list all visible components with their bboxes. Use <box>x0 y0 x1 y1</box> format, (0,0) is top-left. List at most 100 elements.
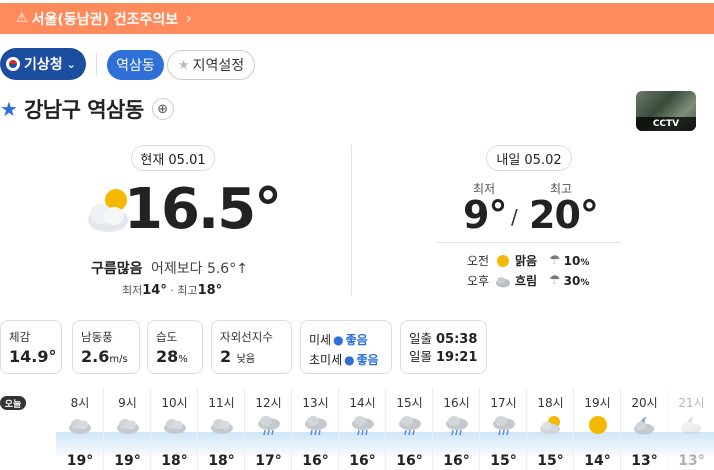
location-settings-button[interactable]: ★ 지역설정 <box>167 50 255 80</box>
humidity-unit: % <box>178 354 188 365</box>
hourly-temp: 15° <box>490 453 517 469</box>
current-min-max: 최저14° · 최고18° <box>122 282 222 298</box>
hourly-item: 11시 18° <box>197 388 245 470</box>
hourly-temp: 16° <box>396 453 423 469</box>
pm25-label: 초미세 <box>309 353 343 367</box>
sunrise-label: 일출 <box>409 331 433 346</box>
umbrella-icon: ☂ <box>549 273 561 288</box>
sunrise-time: 05:38 <box>436 332 478 347</box>
sunset-time: 19:21 <box>436 350 478 365</box>
rain-icon <box>305 416 327 436</box>
hourly-item: 19시 14° <box>573 388 621 470</box>
am-pop: 10% <box>563 253 590 268</box>
feels-like-card[interactable]: 체감 14.9° <box>0 320 62 374</box>
gps-target-icon[interactable]: ⊕ <box>151 98 174 120</box>
wind-card[interactable]: 남동풍 2.6m/s <box>72 320 140 374</box>
hourly-item: 8시 19° <box>56 388 104 470</box>
cctv-thumbnail[interactable]: CCTV <box>636 91 696 131</box>
sunset-label: 일몰 <box>409 349 433 364</box>
hourly-time: 19시 <box>584 396 611 410</box>
wind-value: 2.6 <box>81 347 110 366</box>
rain-icon <box>258 416 280 436</box>
hourly-temp: 16° <box>349 453 376 469</box>
hourly-item: 21시 13° <box>667 388 714 470</box>
hourly-item: 9시 19° <box>103 388 151 470</box>
warning-icon: ⚠ <box>16 11 28 26</box>
max-label: 최고 <box>177 284 198 297</box>
hourly-time: 8시 <box>70 396 90 410</box>
pm-condition: 흐림 <box>515 274 538 288</box>
hourly-temp: 19° <box>66 453 94 469</box>
humidity-label: 습도 <box>156 330 178 344</box>
pm25-value: 좋음 <box>356 353 379 367</box>
pm10-label: 미세 <box>309 333 332 347</box>
hourly-temp: 18° <box>161 453 188 469</box>
hourly-temp: 18° <box>208 453 235 469</box>
wind-unit: m/s <box>109 354 128 365</box>
hourly-time: 14시 <box>349 396 376 410</box>
cloud-icon <box>69 419 91 434</box>
rain-icon <box>493 416 515 436</box>
chevron-down-icon: ⌄ <box>66 57 76 71</box>
am-label: 오전 <box>467 254 490 268</box>
hourly-item: 13시 16° <box>291 388 339 470</box>
sun-card[interactable]: 일출 05:38 일몰 19:21 <box>400 320 487 374</box>
tomorrow-min-temp: 9° <box>463 193 507 237</box>
umbrella-icon: ☂ <box>549 253 561 268</box>
alert-banner[interactable]: ⚠ 서울(동남권) 건조주의보 › <box>0 3 714 34</box>
dust-card[interactable]: 미세 ● 좋음 초미세 ● 좋음 <box>300 320 392 374</box>
cloud-icon <box>211 419 233 434</box>
divider <box>437 242 620 243</box>
cloud-icon <box>117 419 139 434</box>
am-condition: 맑음 <box>515 254 538 268</box>
hourly-temp: 16° <box>443 453 470 469</box>
hourly-time: 12시 <box>255 396 282 410</box>
rain-icon <box>352 416 374 436</box>
pm-pop: 30% <box>563 273 590 288</box>
source-select-button[interactable]: 기상청 ⌄ <box>0 48 86 80</box>
hourly-temp: 13° <box>678 453 705 469</box>
uv-level: 낮음 <box>236 354 256 365</box>
hourly-time: 21시 <box>678 396 705 410</box>
uv-card[interactable]: 자외선지수 2 낮음 <box>211 320 292 374</box>
chevron-right-icon: › <box>186 10 192 27</box>
hourly-item: 14시 16° <box>338 388 386 470</box>
hourly-temp: 16° <box>302 453 329 469</box>
hourly-time: 15시 <box>396 396 423 410</box>
hourly-time: 10시 <box>161 396 188 410</box>
settings-label: 지역설정 <box>192 58 245 74</box>
favorite-star-icon[interactable]: ★ <box>0 97 18 121</box>
current-temperature: 16.5° <box>124 177 282 242</box>
hourly-item: 10시 18° <box>150 388 198 470</box>
current-summary: 구름많음 어제보다 5.6°↑ <box>91 258 248 278</box>
cctv-label: CCTV <box>636 117 696 131</box>
alert-text: 서울(동남권) 건조주의보 <box>31 11 179 28</box>
hourly-time: 17시 <box>490 396 517 410</box>
tomorrow-date-pill: 내일 05.02 <box>486 145 572 171</box>
divider <box>96 53 97 75</box>
hourly-temp: 19° <box>114 453 141 469</box>
hourly-time: 18시 <box>537 396 564 410</box>
source-label: 기상청 <box>24 57 63 73</box>
sun-icon <box>589 416 607 434</box>
pm-label: 오후 <box>467 274 490 288</box>
hourly-item: 16시 16° <box>432 388 480 470</box>
separator: · <box>170 284 174 297</box>
location-chip[interactable]: 역삼동 <box>107 50 164 80</box>
humidity-card[interactable]: 습도 28% <box>147 320 203 374</box>
hourly-temp: 15° <box>537 453 564 469</box>
yesterday-comparison: 어제보다 5.6°↑ <box>150 261 248 277</box>
hourly-item: 12시 17° <box>244 388 292 470</box>
hourly-time: 9시 <box>118 396 137 410</box>
humidity-value: 28 <box>156 347 179 366</box>
min-value: 14° <box>142 283 167 298</box>
cloud-icon <box>164 419 186 434</box>
current-condition: 구름많음 <box>91 261 143 277</box>
max-value: 18° <box>197 283 223 298</box>
tomorrow-am-row: 오전 맑음 ☂ 10% <box>467 252 589 269</box>
cloud-night-icon <box>634 417 654 435</box>
tomorrow-pm-row: 오후 흐림 ☂ 30% <box>467 272 589 289</box>
cloud-icon <box>496 276 510 287</box>
current-date-pill: 현재 05.01 <box>131 145 215 171</box>
uv-value: 2 <box>220 347 232 366</box>
